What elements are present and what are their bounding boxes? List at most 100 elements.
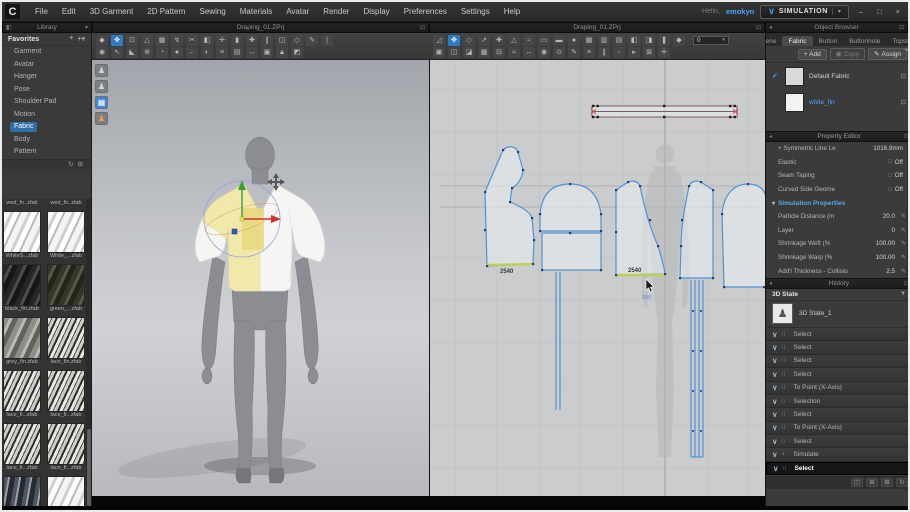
- fabric-item[interactable]: wed_fn..zfab: [47, 200, 85, 207]
- history-view-button[interactable]: ⊞: [866, 478, 878, 487]
- history-item[interactable]: ∨ + Simulate: [766, 448, 910, 461]
- tool-icon[interactable]: ▦: [583, 35, 595, 46]
- menu-item[interactable]: Edit: [55, 2, 83, 21]
- collar-band-piece[interactable]: [592, 106, 737, 117]
- library-nav-item[interactable]: Pattern: [2, 146, 91, 159]
- add-favorite-menu-icon[interactable]: +▾: [77, 35, 85, 43]
- tool-icon[interactable]: ↯: [171, 35, 183, 46]
- fabric-item[interactable]: lace_fi...zfab: [47, 370, 85, 419]
- viewport3d-canvas[interactable]: ♟♟▦♟: [92, 60, 429, 496]
- tool-icon[interactable]: ↔: [246, 47, 258, 58]
- tool-icon[interactable]: ▤: [613, 35, 625, 46]
- selected-edge[interactable]: [487, 264, 533, 265]
- fabric-item[interactable]: lace_fin.zfab: [47, 317, 85, 366]
- display-toggle-icon[interactable]: ♟: [95, 64, 108, 77]
- popout-icon[interactable]: ⊡: [904, 280, 909, 287]
- tool-icon[interactable]: ✚: [493, 35, 505, 46]
- simulation-button[interactable]: ∨ SIMULATION ▾: [760, 5, 849, 19]
- menu-item[interactable]: Avatar: [279, 2, 316, 21]
- edit-pencil-icon[interactable]: ✎: [898, 268, 906, 275]
- tool-icon[interactable]: ◔: [156, 47, 168, 58]
- history-item[interactable]: ∨ ∷ Select: [766, 435, 910, 448]
- pattern-piece[interactable]: [722, 184, 766, 287]
- library-scrollbar-track[interactable]: [86, 199, 91, 512]
- tool-icon[interactable]: ≈: [523, 35, 535, 46]
- tool-icon[interactable]: ✎: [306, 35, 318, 46]
- account-username[interactable]: emokyn: [726, 7, 754, 16]
- fabric-item[interactable]: WhiteS...zfab: [3, 211, 41, 260]
- tool-icon[interactable]: ◧: [628, 35, 640, 46]
- menu-item[interactable]: Materials: [233, 2, 279, 21]
- library-nav-item[interactable]: Pose: [2, 84, 91, 97]
- collapse-panel-icon[interactable]: ◂: [769, 24, 772, 31]
- minimize-button[interactable]: –: [855, 7, 867, 16]
- history-3dstate-item[interactable]: ♟ 3D State_1: [766, 301, 910, 328]
- history-item[interactable]: ∨ ∷ Select: [766, 355, 910, 368]
- property-section-row[interactable]: ▾Simulation Properties: [766, 196, 910, 210]
- tool-icon[interactable]: ◨: [643, 35, 655, 46]
- tool-icon[interactable]: ◿: [433, 35, 445, 46]
- history-view-button[interactable]: ◫: [851, 478, 863, 487]
- tool-icon[interactable]: ◫: [448, 47, 460, 58]
- chevron-down-icon[interactable]: ▾: [832, 8, 841, 15]
- menu-item[interactable]: Help: [497, 2, 527, 21]
- pattern-piece[interactable]: [542, 233, 601, 270]
- add-favorite-icon[interactable]: +: [69, 35, 73, 43]
- fabric-list-item[interactable]: white_fin ⊡: [766, 89, 910, 115]
- tool-icon[interactable]: ✎: [568, 47, 580, 58]
- tool-icon[interactable]: ✚: [246, 35, 258, 46]
- popout-icon[interactable]: ⊡: [899, 24, 904, 31]
- library-nav-item[interactable]: Motion: [2, 109, 91, 122]
- popout-icon[interactable]: ⊡: [420, 24, 425, 31]
- tool-icon[interactable]: ◇: [463, 35, 475, 46]
- tool-icon[interactable]: ▥: [598, 35, 610, 46]
- tool-icon[interactable]: ≡: [583, 47, 595, 58]
- collapse-panel-icon[interactable]: ◂: [769, 133, 772, 140]
- collapse-panel-icon[interactable]: ◂: [769, 280, 772, 287]
- popout-icon[interactable]: ⊡: [756, 24, 761, 31]
- fabric-swatch[interactable]: [785, 67, 804, 86]
- object-browser-tab[interactable]: Fabric: [782, 36, 812, 46]
- tool-icon[interactable]: ▤: [231, 47, 243, 58]
- menu-item[interactable]: Settings: [454, 2, 497, 21]
- tool-icon[interactable]: ⊟: [493, 47, 505, 58]
- tool-icon[interactable]: ✥: [448, 35, 460, 46]
- tool-icon[interactable]: ◣: [126, 47, 138, 58]
- copy-fabric-button[interactable]: ▣ Copy: [830, 48, 865, 60]
- fabric-detail-icon[interactable]: ⊡: [901, 72, 906, 80]
- 3d-scene[interactable]: [92, 60, 429, 496]
- tool-icon[interactable]: ▮: [231, 35, 243, 46]
- fabric-detail-icon[interactable]: ⊡: [901, 98, 906, 106]
- app-logo-icon[interactable]: C: [5, 4, 20, 19]
- fabric-item[interactable]: wed_fn..zfab: [3, 200, 41, 207]
- tool-icon[interactable]: ≈: [508, 47, 520, 58]
- tool-icon[interactable]: ●: [171, 47, 183, 58]
- fabric-swatch[interactable]: [785, 93, 804, 112]
- 2d-pattern-scene[interactable]: 2540 2540 580: [430, 60, 766, 496]
- tool-icon[interactable]: ▭: [538, 35, 550, 46]
- tool-icon[interactable]: ◇: [291, 35, 303, 46]
- display-toggle-icon[interactable]: ♟: [95, 112, 108, 125]
- menu-item[interactable]: Render: [316, 2, 356, 21]
- tool-icon[interactable]: ✂: [186, 35, 198, 46]
- tool-icon[interactable]: ▸: [628, 47, 640, 58]
- history-view-button[interactable]: ⊞: [881, 478, 893, 487]
- edit-pencil-icon[interactable]: ✎: [898, 227, 906, 234]
- tool-icon[interactable]: ▦: [156, 35, 168, 46]
- history-item[interactable]: ∨ ∷ To Point (X-Axis): [766, 382, 910, 395]
- display-toggle-icon[interactable]: ♟: [95, 80, 108, 93]
- tool-icon[interactable]: ◧: [201, 35, 213, 46]
- tool-icon[interactable]: ≡: [216, 47, 228, 58]
- gizmo-z-handle[interactable]: [232, 229, 237, 234]
- checkbox-icon[interactable]: □: [888, 159, 892, 165]
- tool-icon[interactable]: ◩: [291, 47, 303, 58]
- history-item[interactable]: ∨ ∷ Selection: [766, 395, 910, 408]
- tool-icon[interactable]: ◪: [463, 47, 475, 58]
- tool-icon[interactable]: ❘: [321, 35, 333, 46]
- object-browser-tab[interactable]: Buttonhole: [843, 36, 886, 46]
- tool-icon[interactable]: ●: [568, 35, 580, 46]
- refresh-icon[interactable]: ↻: [68, 160, 73, 168]
- popout-icon[interactable]: ⊡: [904, 133, 909, 140]
- grading-size-select[interactable]: 0 ▾: [693, 36, 729, 45]
- library-scrollbar-thumb[interactable]: [87, 429, 91, 512]
